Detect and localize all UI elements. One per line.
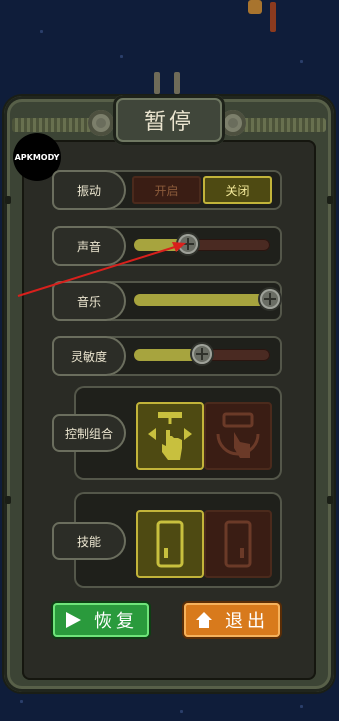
exit-button[interactable]: 退出 — [184, 603, 280, 637]
music-slider-fill — [134, 294, 270, 306]
sensitivity-row: 灵敏度 — [52, 336, 282, 376]
antenna-left — [154, 72, 160, 94]
vibration-label: 振动 — [52, 170, 126, 210]
projectile-sprite — [270, 2, 276, 32]
rivet — [5, 196, 11, 204]
sound-row: 声音 — [52, 226, 282, 266]
sound-slider[interactable] — [134, 234, 270, 254]
sensitivity-slider-knob[interactable] — [192, 344, 212, 364]
skill-option-primary[interactable] — [136, 510, 204, 578]
vibration-off-button[interactable]: 关闭 — [203, 176, 272, 204]
play-icon — [64, 611, 82, 629]
tilt-control-icon — [216, 412, 260, 458]
sound-slider-knob[interactable] — [178, 234, 199, 254]
control-option-touch[interactable] — [136, 402, 204, 470]
control-combo-panel: 控制组合 — [52, 386, 282, 480]
watermark-text: APKMODY — [14, 152, 60, 162]
skill-option-alternate[interactable] — [204, 510, 272, 578]
home-icon — [195, 611, 213, 629]
vibration-toggle: 开启 关闭 — [132, 176, 272, 204]
control-combo-label: 控制组合 — [52, 414, 126, 452]
gear-icon — [88, 110, 114, 136]
music-label: 音乐 — [52, 281, 126, 321]
rivet — [5, 496, 11, 504]
phone-portrait-icon — [156, 520, 184, 568]
antenna-right — [174, 72, 180, 94]
touch-drag-icon — [148, 412, 192, 460]
rivet — [327, 196, 333, 204]
title-plate: 暂停 — [113, 95, 225, 145]
control-option-tilt[interactable] — [204, 402, 272, 470]
rail-right — [242, 118, 326, 132]
vibration-on-button[interactable]: 开启 — [132, 176, 201, 204]
sound-label: 声音 — [52, 226, 126, 266]
enemy-sprite — [248, 0, 262, 14]
music-row: 音乐 — [52, 281, 282, 321]
sensitivity-slider[interactable] — [134, 344, 270, 364]
sensitivity-label: 灵敏度 — [52, 336, 126, 376]
resume-label: 恢复 — [94, 611, 138, 632]
resume-button[interactable]: 恢复 — [53, 603, 149, 637]
phone-alt-icon — [224, 520, 252, 568]
page-title: 暂停 — [143, 110, 194, 135]
rivet — [327, 496, 333, 504]
music-slider[interactable] — [134, 289, 280, 309]
rail-left — [12, 118, 96, 132]
exit-label: 退出 — [225, 611, 269, 632]
vibration-row: 振动 开启 关闭 — [52, 170, 282, 210]
skill-panel: 技能 — [52, 492, 282, 588]
skill-label: 技能 — [52, 522, 126, 560]
music-slider-knob[interactable] — [260, 289, 280, 309]
